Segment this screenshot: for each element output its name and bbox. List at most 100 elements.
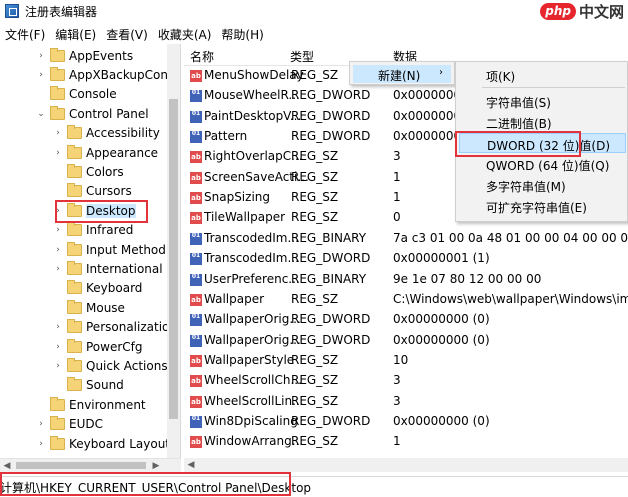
expand-icon[interactable]: › xyxy=(53,128,63,138)
tree-item[interactable]: Cursors xyxy=(53,182,132,201)
tree-item[interactable]: › Keyboard Layout xyxy=(36,434,170,453)
tree-item[interactable]: › Quick Actions xyxy=(53,356,168,375)
expand-icon[interactable]: › xyxy=(53,264,63,274)
tree-item[interactable]: Sound xyxy=(53,376,124,395)
tree-hscroll-thumb[interactable] xyxy=(16,462,146,469)
tree-item[interactable]: Colors xyxy=(53,162,124,181)
tree-item-label: Keyboard xyxy=(86,281,143,296)
tree-horizontal-scrollbar[interactable]: ◀ ▶ xyxy=(0,458,181,472)
expand-icon[interactable]: › xyxy=(36,51,46,61)
tree-item[interactable]: › Infrared xyxy=(53,221,133,240)
value-type: REG_DWORD xyxy=(291,251,371,266)
value-row[interactable]: ab WheelScrollLin... REG_SZ 3 xyxy=(184,392,628,412)
value-row[interactable]: 01 TranscodedIm... REG_DWORD 0x00000001 (1) xyxy=(184,249,628,269)
string-value-icon: ab xyxy=(190,151,202,164)
expand-icon[interactable]: › xyxy=(53,322,63,332)
menu-favorites[interactable]: 收藏夹(A) xyxy=(153,26,217,43)
value-name: TranscodedIm... xyxy=(204,251,299,266)
value-data: 3 xyxy=(393,149,401,164)
tree-item[interactable]: › AppXBackupConter xyxy=(36,65,181,84)
context-menu-new[interactable]: 新建(N) › xyxy=(353,65,451,83)
value-type: REG_DWORD xyxy=(291,312,371,327)
folder-icon xyxy=(67,183,82,198)
tree-item[interactable]: › International xyxy=(53,259,163,278)
expand-icon[interactable]: › xyxy=(53,361,63,371)
value-type: REG_DWORD xyxy=(291,129,371,144)
expand-icon[interactable]: › xyxy=(53,225,63,235)
menu-view[interactable]: 查看(V) xyxy=(101,26,153,43)
tree-item[interactable]: Mouse xyxy=(53,298,125,317)
submenu-arrow-icon: › xyxy=(439,67,443,78)
header-type[interactable]: 类型 xyxy=(290,48,314,65)
binary-value-icon: 01 xyxy=(190,131,202,144)
folder-icon xyxy=(67,338,82,353)
value-row[interactable]: 01 WallpaperOrig... REG_DWORD 0x00000000 (0… xyxy=(184,331,628,351)
tree-item[interactable]: Console xyxy=(36,85,117,104)
expand-icon[interactable] xyxy=(53,380,63,390)
header-name[interactable]: 名称 xyxy=(190,48,214,65)
value-type: REG_SZ xyxy=(291,393,339,408)
value-row[interactable]: 01 UserPreferenc... REG_BINARY 9e 1e 07 80 … xyxy=(184,270,628,290)
tree-scroll-thumb[interactable] xyxy=(169,99,178,419)
tree-item[interactable]: › Accessibility xyxy=(53,124,160,143)
tree-item[interactable]: › Personalization xyxy=(53,318,177,337)
expand-icon[interactable]: › xyxy=(53,148,63,158)
menu-file[interactable]: 文件(F) xyxy=(0,26,50,43)
tree-item[interactable]: › Input Method xyxy=(53,240,166,259)
tree-vertical-scrollbar[interactable] xyxy=(167,44,180,458)
value-row[interactable]: ab WindowArrang... REG_SZ 1 xyxy=(184,432,628,452)
php-cn-logo: php 中文网 xyxy=(540,0,624,22)
string-value-icon: ab xyxy=(190,192,202,205)
tree-item[interactable]: › PowerCfg xyxy=(53,337,143,356)
binary-value-icon: 01 xyxy=(190,232,202,245)
expand-icon[interactable] xyxy=(36,89,46,99)
annotation-path xyxy=(0,472,291,496)
submenu-item[interactable]: 项(K) xyxy=(459,65,626,85)
scroll-left-icon[interactable]: ◀ xyxy=(0,459,14,473)
value-data: 3 xyxy=(393,393,401,408)
value-row[interactable]: 01 TranscodedIm... REG_BINARY 7a c3 01 00 0… xyxy=(184,229,628,249)
tree-item-label: AppXBackupConter xyxy=(69,67,181,82)
submenu-item[interactable]: 多字符串值(M) xyxy=(459,175,626,195)
list-horizontal-scrollbar[interactable]: ◀ xyxy=(184,458,628,472)
tree-item[interactable]: Environment xyxy=(36,395,146,414)
expand-icon[interactable] xyxy=(53,303,63,313)
value-row[interactable]: ab WallpaperStyle REG_SZ 10 xyxy=(184,351,628,371)
registry-tree: › AppEvents › AppXBackupConter Console ⌄ Contr… xyxy=(0,44,181,458)
list-scroll-left-icon[interactable]: ◀ xyxy=(184,458,198,472)
value-type: REG_SZ xyxy=(291,149,339,164)
tree-item[interactable]: › Appearance xyxy=(53,143,158,162)
tree-item[interactable]: › EUDC xyxy=(36,415,103,434)
menu-edit[interactable]: 编辑(E) xyxy=(50,26,101,43)
annotation-desktop xyxy=(55,200,148,223)
scroll-right-icon[interactable]: ▶ xyxy=(149,459,163,473)
submenu-item[interactable]: 可扩充字符串值(E) xyxy=(459,196,626,216)
collapse-icon[interactable]: ⌄ xyxy=(36,109,46,119)
tree-item[interactable]: › AppEvents xyxy=(36,46,133,65)
value-row[interactable]: ab WheelScrollCh... REG_SZ 3 xyxy=(184,371,628,391)
expand-icon[interactable] xyxy=(53,186,63,196)
submenu-item[interactable]: 字符串值(S) xyxy=(459,91,626,111)
expand-icon[interactable]: › xyxy=(53,245,63,255)
value-row[interactable]: 01 Win8DpiScaling REG_DWORD 0x00000000 (0) xyxy=(184,412,628,432)
expand-icon[interactable]: › xyxy=(36,419,46,429)
expand-icon[interactable]: › xyxy=(36,439,46,449)
expand-icon[interactable]: › xyxy=(53,342,63,352)
expand-icon[interactable]: › xyxy=(36,70,46,80)
expand-icon[interactable] xyxy=(36,400,46,410)
submenu-item[interactable]: 二进制值(B) xyxy=(459,112,626,132)
value-row[interactable]: 01 WallpaperOrig... REG_DWORD 0x00000000 (0… xyxy=(184,310,628,330)
submenu-item[interactable]: QWORD (64 位)值(Q) xyxy=(459,154,626,174)
value-name: TileWallpaper xyxy=(204,210,286,225)
expand-icon[interactable] xyxy=(53,283,63,293)
value-data: 0x00000001 (1) xyxy=(393,251,490,266)
value-data: 0x00000000 (0) xyxy=(393,413,490,428)
menu-help[interactable]: 帮助(H) xyxy=(216,26,268,43)
expand-icon[interactable] xyxy=(53,167,63,177)
tree-item[interactable]: ⌄ Control Panel xyxy=(36,104,149,123)
tree-item[interactable]: Keyboard xyxy=(53,279,142,298)
value-data: 0 xyxy=(393,210,401,225)
value-row[interactable]: ab Wallpaper REG_SZ C:\Windows\web\wallpape… xyxy=(184,290,628,310)
value-name: MouseWheelR... xyxy=(204,88,300,103)
binary-value-icon: 01 xyxy=(190,253,202,266)
